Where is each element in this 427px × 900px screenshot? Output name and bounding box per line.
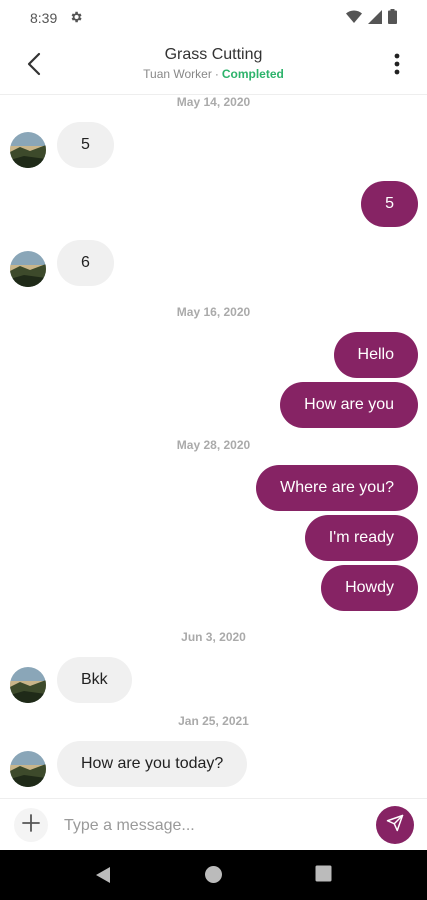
page-title: Grass Cutting [164, 46, 263, 63]
date-divider: May 14, 2020 [176, 95, 251, 109]
avatar[interactable] [10, 251, 46, 287]
message-outgoing[interactable]: 5 [361, 181, 418, 227]
avatar[interactable] [10, 132, 46, 168]
date-divider: May 28, 2020 [176, 438, 251, 452]
avatar[interactable] [10, 751, 46, 787]
circle-home-icon [204, 866, 223, 888]
chat-header: Grass Cutting Tuan Worker · Completed [0, 36, 427, 95]
date-divider: May 16, 2020 [176, 305, 251, 319]
worker-name: Tuan Worker [143, 67, 212, 81]
message-incoming[interactable]: How are you today? [57, 741, 248, 787]
message-input[interactable] [62, 807, 366, 845]
send-icon [386, 814, 404, 837]
header-title-block: Grass Cutting Tuan Worker · Completed [0, 45, 427, 83]
gear-icon [69, 10, 83, 27]
message-incoming[interactable]: Bkk [57, 657, 132, 703]
date-divider: Jun 3, 2020 [181, 630, 246, 644]
nav-back-button[interactable] [94, 865, 112, 890]
message-incoming[interactable]: 6 [57, 240, 114, 286]
status-bar: 8:39 [0, 0, 427, 36]
message-incoming[interactable]: 5 [57, 122, 114, 168]
avatar[interactable] [10, 667, 46, 703]
job-status: Completed [221, 67, 284, 81]
send-button[interactable] [376, 806, 414, 844]
header-subtitle: Tuan Worker · Completed [0, 65, 427, 83]
more-options-button[interactable] [381, 48, 413, 84]
message-list[interactable]: May 14, 2020 5 5 6 May 16, 2020 Hello Ho… [0, 94, 427, 798]
square-recents-icon [315, 865, 332, 886]
message-outgoing[interactable]: Hello [333, 332, 418, 378]
battery-icon [388, 9, 397, 27]
message-composer [0, 798, 427, 851]
signal-icon [368, 9, 382, 27]
nav-home-button[interactable] [204, 865, 223, 889]
more-vertical-icon [394, 53, 400, 80]
system-nav-bar [0, 850, 427, 900]
status-time: 8:39 [30, 10, 58, 26]
subtitle-separator: · [214, 67, 219, 81]
plus-icon [22, 813, 40, 837]
add-attachment-button[interactable] [14, 808, 48, 842]
triangle-back-icon [94, 867, 112, 889]
date-divider: Jan 25, 2021 [178, 714, 249, 728]
message-outgoing[interactable]: I'm ready [304, 515, 418, 561]
message-outgoing[interactable]: Howdy [321, 565, 418, 611]
message-outgoing[interactable]: Where are you? [256, 465, 418, 511]
nav-recents-button[interactable] [315, 865, 332, 887]
message-outgoing[interactable]: How are you [280, 382, 418, 428]
wifi-icon [346, 9, 362, 27]
